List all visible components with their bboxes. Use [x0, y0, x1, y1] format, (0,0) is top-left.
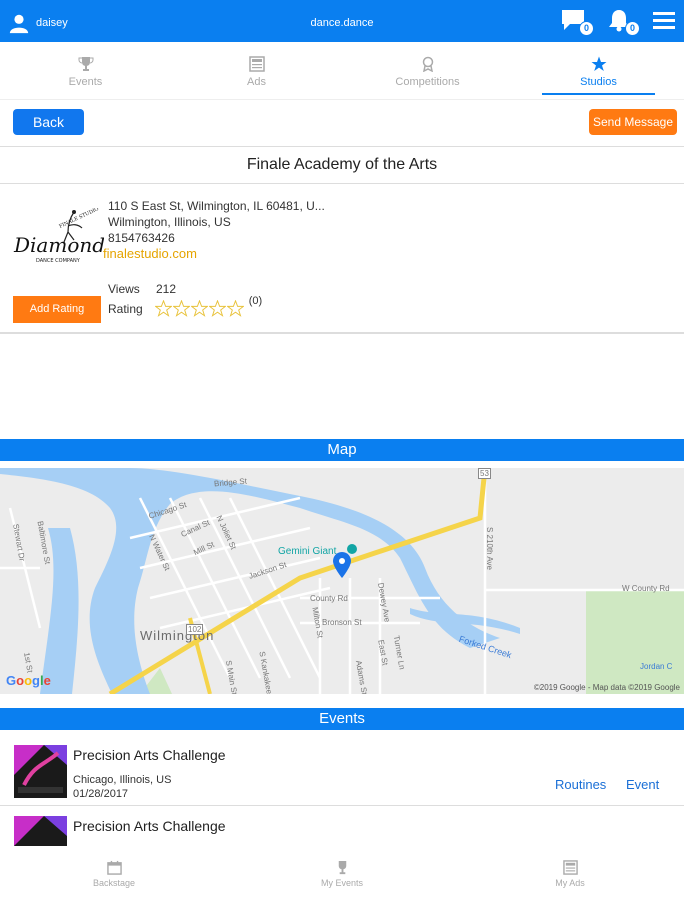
event-name: Precision Arts Challenge: [73, 818, 226, 834]
tab-ads[interactable]: Ads: [171, 44, 342, 99]
messages-badge: 0: [579, 21, 594, 36]
newspaper-icon: [562, 860, 578, 875]
studio-info-card: FINALE STUDIO Diamond DANCE COMPANY 110 …: [0, 186, 684, 334]
tab-studios-label: Studios: [580, 76, 617, 88]
hamburger-menu-icon[interactable]: [652, 10, 676, 32]
nav-backstage-label: Backstage: [92, 878, 136, 888]
phone-number[interactable]: 8154763426: [108, 230, 325, 246]
send-message-button[interactable]: Send Message: [589, 109, 677, 135]
poi-marker-icon: [347, 544, 357, 554]
rating-stars: [154, 300, 244, 317]
google-logo: Google: [6, 673, 51, 688]
map-jordan-label: Jordan C: [640, 662, 673, 671]
map-210th-label: S 210th Ave: [485, 527, 494, 570]
map-section-header: Map: [0, 439, 684, 461]
map-copyright: ©2019 Google - Map data ©2019 Google: [533, 683, 680, 692]
star-icon: [591, 56, 606, 71]
map-route102-label: 102: [186, 624, 204, 635]
map-county-rd-label: County Rd: [310, 594, 348, 603]
rating-star-icon[interactable]: [208, 300, 226, 317]
bottom-navigation: Backstage My Events My Ads: [0, 846, 684, 900]
studio-map[interactable]: Wilmington Gemini Giant Forked Creek Cou…: [0, 468, 684, 694]
tab-competitions-label: Competitions: [395, 76, 460, 88]
back-button[interactable]: Back: [13, 109, 84, 135]
event-thumbnail: [14, 816, 67, 846]
trophy-icon: [338, 860, 346, 875]
website-link[interactable]: finalestudio.com: [103, 246, 325, 262]
views-value: 212: [156, 282, 177, 296]
map-bronson-label: Bronson St: [322, 618, 362, 627]
main-tabs: Events Ads Competitions Studios: [0, 44, 684, 100]
nav-my-events[interactable]: My Events: [228, 846, 456, 900]
address-line-1: 110 S East St, Wilmington, IL 60481, U..…: [108, 199, 325, 213]
app-header: daisey dance.dance 0 0: [0, 0, 684, 42]
nav-my-ads-label: My Ads: [555, 878, 585, 888]
logo-text-sub: DANCE COMPANY: [36, 258, 81, 264]
rating-star-icon[interactable]: [154, 300, 172, 317]
newspaper-icon: [248, 56, 265, 72]
tab-events-label: Events: [68, 76, 103, 88]
rating-star-icon[interactable]: [190, 300, 208, 317]
studio-title: Finale Academy of the Arts: [0, 146, 684, 184]
rating-label: Rating: [108, 301, 143, 316]
ribbon-icon: [422, 56, 433, 72]
views-row: Views 212: [108, 282, 176, 296]
studio-logo: FINALE STUDIO Diamond DANCE COMPANY: [12, 206, 105, 270]
calendar-icon: [106, 860, 122, 875]
nav-backstage[interactable]: Backstage: [0, 846, 228, 900]
event-name: Precision Arts Challenge: [73, 747, 226, 763]
event-date: 01/28/2017: [73, 788, 129, 800]
tab-competitions[interactable]: Competitions: [342, 44, 513, 99]
event-thumbnail: [14, 745, 67, 798]
notifications-button[interactable]: 0: [606, 8, 640, 36]
event-link[interactable]: Event: [626, 777, 659, 792]
events-section-header: Events: [0, 708, 684, 730]
rating-count: (0): [248, 294, 263, 307]
tab-ads-label: Ads: [247, 76, 266, 88]
address-line-2: Wilmington, Illinois, US: [108, 215, 231, 229]
map-poi-label: Gemini Giant: [278, 546, 337, 557]
messages-button[interactable]: 0: [560, 8, 594, 36]
logo-text-main: Diamond: [13, 233, 104, 257]
views-label: Views: [108, 282, 140, 296]
rating-star-icon[interactable]: [172, 300, 190, 317]
rating-row: Rating (0): [108, 295, 262, 317]
tab-studios[interactable]: Studios: [513, 44, 684, 99]
nav-my-events-label: My Events: [320, 878, 363, 888]
notifications-badge: 0: [625, 21, 640, 36]
event-location: Chicago, Illinois, US: [73, 774, 172, 786]
map-route53-label: 53: [478, 468, 491, 479]
routines-link[interactable]: Routines: [555, 777, 606, 792]
nav-my-ads[interactable]: My Ads: [456, 846, 684, 900]
rating-star-icon[interactable]: [226, 300, 244, 317]
event-row[interactable]: Precision Arts Challenge Chicago, Illino…: [0, 742, 684, 806]
map-w-county-rd-label: W County Rd: [622, 584, 670, 593]
tab-events[interactable]: Events: [0, 44, 171, 99]
trophy-icon: [78, 57, 93, 71]
add-rating-button[interactable]: Add Rating: [13, 296, 101, 323]
